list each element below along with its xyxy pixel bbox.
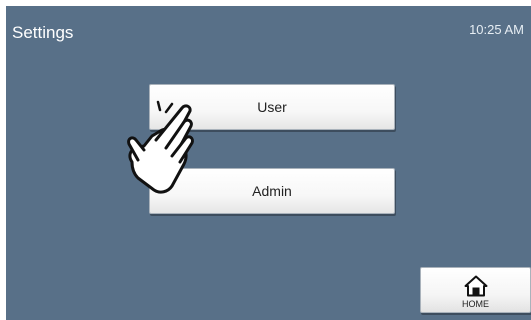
home-icon (464, 275, 488, 297)
clock-time: 10:25 AM (469, 22, 524, 37)
settings-screen: Settings 10:25 AM User Admin HOME (6, 6, 531, 320)
user-button-label: User (257, 99, 287, 115)
user-button[interactable]: User (149, 84, 395, 130)
admin-button[interactable]: Admin (149, 168, 395, 214)
admin-button-label: Admin (252, 183, 292, 199)
home-button[interactable]: HOME (420, 267, 531, 313)
page-title: Settings (12, 23, 74, 42)
home-button-label: HOME (462, 299, 489, 309)
